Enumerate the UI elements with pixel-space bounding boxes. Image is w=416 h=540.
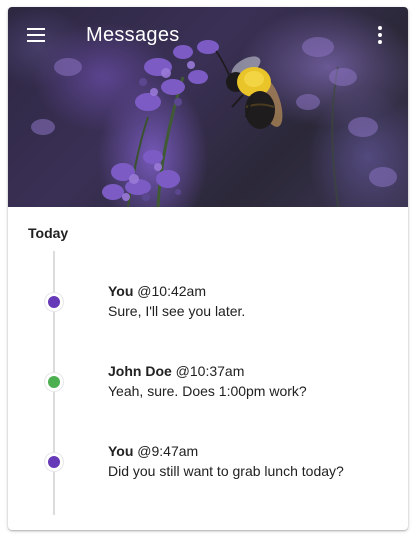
message-timeline: You @10:42am Sure, I'll see you later. J…	[8, 251, 408, 521]
message-header: You @10:42am	[108, 281, 206, 301]
timeline-item[interactable]: John Doe @10:37am Yeah, sure. Does 1:00p…	[8, 361, 408, 409]
message-header: John Doe @10:37am	[108, 361, 244, 381]
section-subheader: Today	[28, 225, 69, 241]
message-author: You	[108, 283, 134, 299]
timeline-dot	[45, 293, 63, 311]
message-author: John Doe	[108, 363, 172, 379]
app-bar: Messages	[8, 7, 408, 63]
timeline-dot	[45, 453, 63, 471]
messages-card: Messages Today You @10:42am Sure, I'll s…	[8, 7, 408, 530]
message-text: Did you still want to grab lunch today?	[108, 463, 344, 479]
message-header: You @9:47am	[108, 441, 198, 461]
message-time: @9:47am	[137, 443, 199, 459]
timeline-dot	[45, 373, 63, 391]
message-time: @10:42am	[137, 283, 206, 299]
timeline-item[interactable]: You @9:47am Did you still want to grab l…	[8, 441, 408, 489]
more-vert-icon[interactable]	[368, 23, 392, 47]
message-text: Yeah, sure. Does 1:00pm work?	[108, 383, 307, 399]
hero-image: Messages	[8, 7, 408, 207]
message-author: You	[108, 443, 134, 459]
app-title: Messages	[86, 24, 180, 46]
message-text: Sure, I'll see you later.	[108, 303, 246, 319]
menu-icon[interactable]	[24, 23, 48, 47]
message-time: @10:37am	[175, 363, 245, 379]
timeline-item[interactable]: You @10:42am Sure, I'll see you later.	[8, 281, 408, 329]
